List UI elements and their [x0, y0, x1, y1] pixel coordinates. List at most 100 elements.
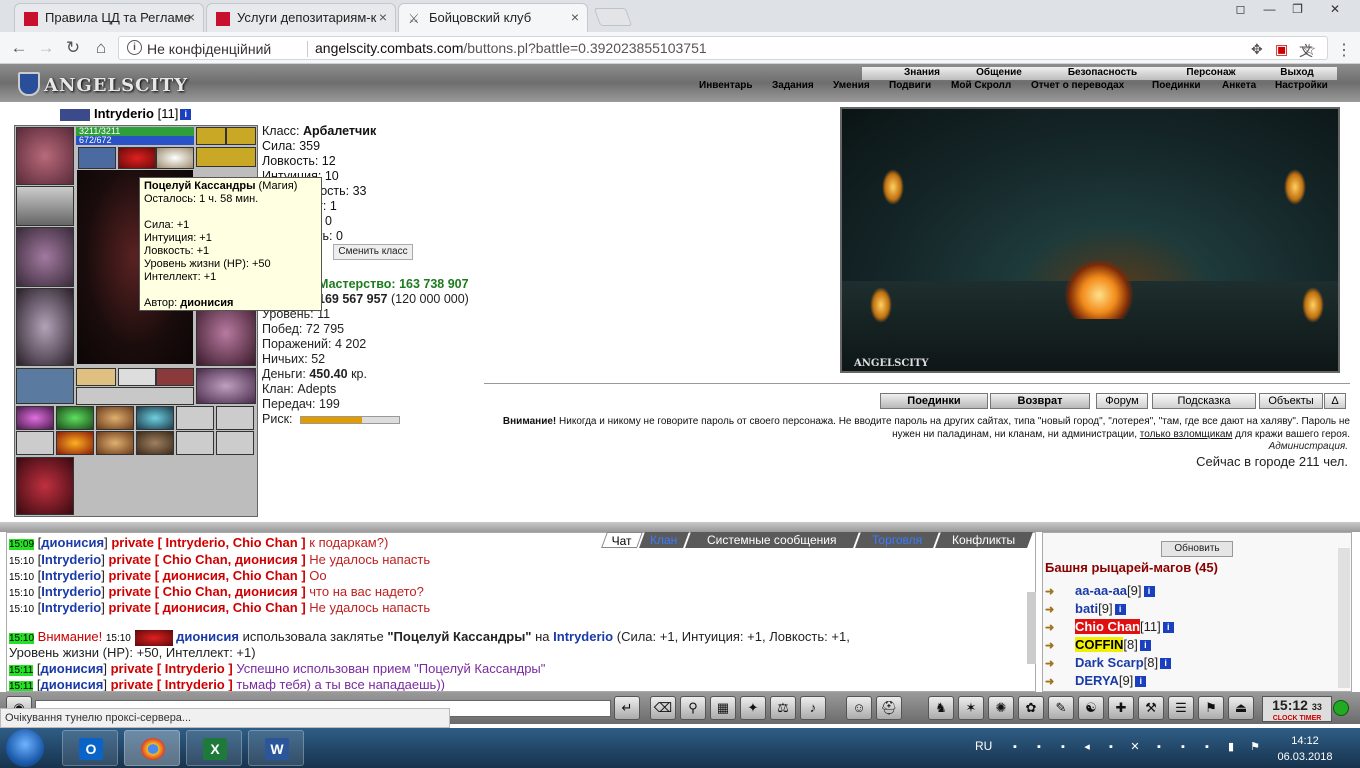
boots-slot[interactable]	[196, 368, 256, 404]
wings-effect-icon[interactable]	[156, 147, 194, 169]
maximize-icon[interactable]: ❐	[1284, 0, 1311, 20]
tray-icon[interactable]: ▪	[1200, 740, 1214, 754]
smile-icon[interactable]: ☺	[846, 696, 872, 720]
menu-my-scroll[interactable]: Мой Скролл	[951, 80, 1011, 93]
magic-slot[interactable]	[136, 406, 174, 430]
location-scene[interactable]: ANGELSCITY	[840, 107, 1340, 373]
fire-slot[interactable]	[56, 431, 94, 455]
menu-tasks[interactable]: Задания	[772, 80, 814, 93]
action-icon[interactable]: ☰	[1168, 696, 1194, 720]
new-tab-button[interactable]	[593, 8, 633, 26]
save-icon[interactable]: ▦	[710, 696, 736, 720]
magic-slot[interactable]	[96, 431, 134, 455]
rune-slot[interactable]	[156, 368, 194, 386]
menu-communication[interactable]: Общение	[958, 67, 1040, 80]
taskbar-clock[interactable]: 14:12 06.03.2018	[1275, 733, 1335, 765]
tray-icon[interactable]: ✕	[1128, 740, 1142, 754]
player-list-item[interactable]: ➜ COFFIN[8] i	[1045, 637, 1151, 655]
player-list-item[interactable]: ➜ bati[9] i	[1045, 601, 1126, 619]
star-icon[interactable]: ☆	[1302, 40, 1316, 60]
tab-system-messages[interactable]: Системные сообщения	[685, 532, 859, 548]
helmet-icon[interactable]: ⛑	[876, 696, 902, 720]
info-icon[interactable]: i	[127, 40, 142, 55]
scroll-slot[interactable]	[76, 368, 116, 386]
forum-button[interactable]: Форум	[1096, 393, 1148, 409]
menu-icon[interactable]: ⋮	[1336, 40, 1352, 60]
blocked-icon[interactable]: ▣	[1275, 41, 1288, 58]
action-icon[interactable]: ✺	[988, 696, 1014, 720]
tab-trade[interactable]: Торговля	[855, 532, 939, 548]
tray-icon[interactable]: ▪	[1104, 740, 1118, 754]
menu-feats[interactable]: Подвиги	[889, 80, 931, 93]
trade-icon[interactable]: ⚖	[770, 696, 796, 720]
tray-icon[interactable]: ▪	[1056, 740, 1070, 754]
tray-icon[interactable]: ▪	[1032, 740, 1046, 754]
forward-icon[interactable]: →	[35, 37, 57, 59]
menu-skills[interactable]: Умения	[833, 80, 870, 93]
language-indicator[interactable]: RU	[975, 739, 992, 753]
delta-button[interactable]: Δ	[1324, 393, 1346, 409]
return-button[interactable]: Возврат	[990, 393, 1090, 409]
fire-icon[interactable]	[1064, 259, 1134, 319]
tab-conflicts[interactable]: Конфликты	[935, 532, 1033, 548]
fighter-icon[interactable]: ✦	[740, 696, 766, 720]
empty-slot[interactable]	[176, 406, 214, 430]
taskbar-word[interactable]: W	[248, 730, 304, 766]
extension-icon[interactable]: ✥	[1251, 41, 1263, 58]
browser-tab-1[interactable]: Правила ЦД та Регламе ×	[14, 3, 204, 32]
address-bar[interactable]: i Не конфіденційний angelscity.combats.c…	[118, 36, 1328, 60]
magic-slot[interactable]	[96, 406, 134, 430]
empty-slot[interactable]	[16, 431, 54, 455]
weapon-slot[interactable]	[16, 186, 74, 226]
filter-icon[interactable]: ⚲	[680, 696, 706, 720]
close-tab-icon[interactable]: ×	[379, 9, 387, 25]
ring-slot[interactable]	[226, 127, 256, 145]
player-list-item[interactable]: ➜ Chio Chan[11] i	[1045, 619, 1174, 637]
kiss-effect-icon[interactable]	[118, 147, 156, 169]
amulet-slot[interactable]	[196, 127, 226, 145]
action-icon[interactable]: ✶	[958, 696, 984, 720]
menu-profile[interactable]: Анкета	[1222, 80, 1256, 93]
action-icon[interactable]: ✚	[1108, 696, 1134, 720]
menu-exit[interactable]: Выход	[1257, 67, 1337, 80]
magic-slot[interactable]	[56, 406, 94, 430]
eraser-icon[interactable]: ⌫	[650, 696, 676, 720]
flag-icon[interactable]: ⚑	[1248, 740, 1262, 754]
menu-settings[interactable]: Настройки	[1275, 80, 1328, 93]
objects-button[interactable]: Объекты	[1259, 393, 1323, 409]
magic-slot[interactable]	[16, 406, 54, 430]
back-icon[interactable]: ←	[8, 37, 30, 59]
chat-scrollbar[interactable]	[1027, 592, 1036, 664]
flag-icon[interactable]: ⚑	[1198, 696, 1224, 720]
players-scrollbar[interactable]	[1338, 548, 1350, 688]
clan-badge-icon[interactable]	[60, 108, 90, 121]
empty-slot[interactable]	[216, 431, 254, 455]
empty-slot[interactable]	[216, 406, 254, 430]
tray-icon[interactable]: ▪	[1176, 740, 1190, 754]
player-name[interactable]: Intryderio	[94, 106, 154, 121]
minimize-icon[interactable]: —	[1256, 0, 1283, 20]
close-window-icon[interactable]: ✕	[1312, 0, 1358, 20]
player-list-item[interactable]: ➜ aa-aa-aa[9] i	[1045, 583, 1155, 601]
menu-transfer-report[interactable]: Отчет о переводах	[1031, 80, 1124, 93]
browser-tab-3[interactable]: ⚔ Бойцовский клуб ×	[398, 3, 588, 32]
volume-icon[interactable]: ◂	[1080, 740, 1094, 754]
browser-tab-2[interactable]: Услуги депозитариям-к ×	[206, 3, 396, 32]
taskbar-excel[interactable]: X	[186, 730, 242, 766]
user-icon[interactable]: ◻	[1227, 0, 1254, 20]
hackers-link[interactable]: только взломщикам	[1140, 429, 1233, 440]
empty-slot[interactable]	[176, 431, 214, 455]
belt-slots[interactable]	[76, 387, 194, 405]
armor-slot[interactable]	[16, 288, 74, 366]
tab-clan[interactable]: Клан	[639, 532, 689, 548]
exit-icon[interactable]: ⏏	[1228, 696, 1254, 720]
refresh-button[interactable]: Обновить	[1161, 541, 1233, 557]
windows-start-icon[interactable]	[6, 729, 44, 767]
magic-slot[interactable]	[136, 431, 174, 455]
reload-icon[interactable]: ↻	[62, 37, 84, 59]
tray-icon[interactable]: ▪	[1008, 740, 1022, 754]
send-icon[interactable]: ↵	[614, 696, 640, 720]
menu-inventory[interactable]: Инвентарь	[699, 80, 753, 93]
menu-duels[interactable]: Поединки	[1152, 80, 1201, 93]
menu-security[interactable]: Безопасность	[1040, 67, 1165, 80]
